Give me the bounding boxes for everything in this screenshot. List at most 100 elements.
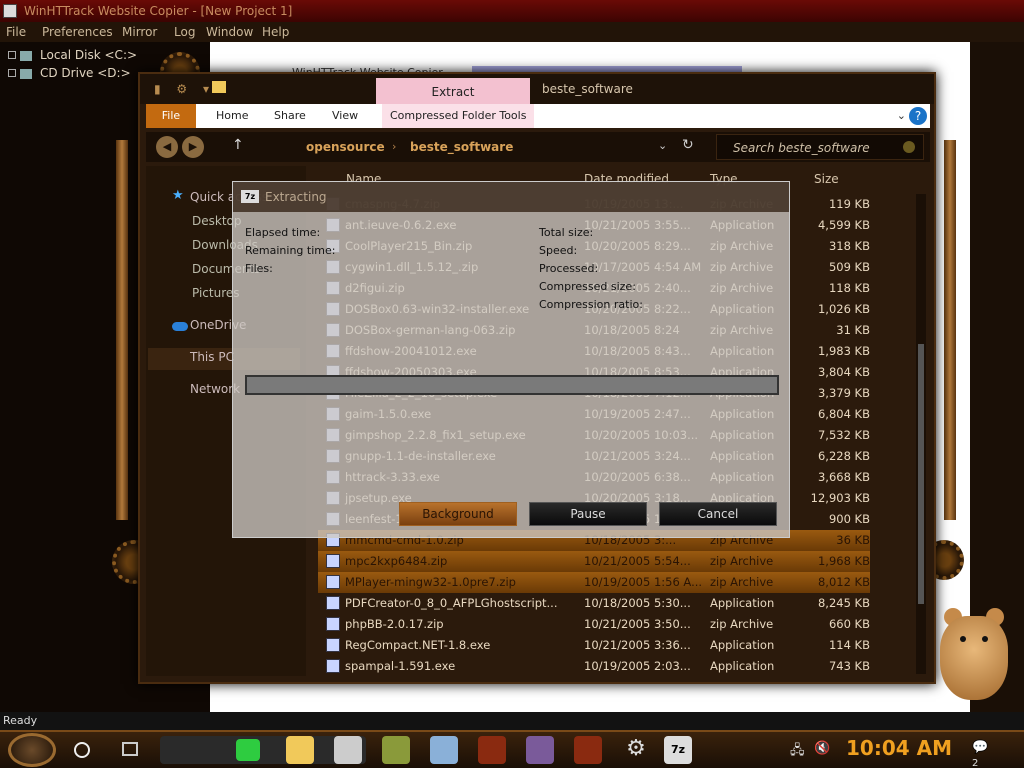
nav-this-pc[interactable]: This PC	[190, 350, 234, 364]
app-icon[interactable]	[478, 736, 506, 764]
processed-label: Processed:	[539, 262, 599, 275]
expand-icon[interactable]	[8, 69, 16, 77]
settings-gear-icon[interactable]: ⚙	[622, 736, 650, 764]
taskbar: ⚙ 7z 🖧 🔇 10:04 AM 💬2	[0, 730, 1024, 768]
back-button[interactable]: ◀	[156, 136, 178, 158]
file-list-scrollbar[interactable]	[916, 194, 926, 674]
menu-preferences[interactable]: Preferences	[42, 25, 113, 39]
volume-muted-icon[interactable]: 🔇	[814, 741, 830, 756]
file-size: 4,599 KB	[817, 218, 870, 232]
file-size: 119 KB	[828, 197, 870, 211]
dialog-titlebar: 7z Extracting	[233, 182, 789, 212]
breadcrumb-separator-icon: ›	[392, 140, 397, 153]
cortana-icon[interactable]	[74, 742, 90, 758]
zip-icon	[326, 617, 340, 631]
system-clock[interactable]: 10:04 AM	[846, 736, 952, 760]
tree-app-icon[interactable]	[382, 736, 410, 764]
star-icon: ★	[172, 188, 184, 203]
network-tray-icon[interactable]: 🖧	[790, 741, 805, 763]
expand-icon[interactable]	[8, 51, 16, 59]
tab-view[interactable]: View	[332, 104, 358, 128]
file-size: 12,903 KB	[810, 491, 870, 505]
menu-help[interactable]: Help	[262, 25, 289, 39]
column-header-size[interactable]: Size	[814, 172, 839, 192]
breadcrumb-beste-software[interactable]: beste_software	[410, 140, 513, 154]
7zip-taskbar-icon[interactable]: 7z	[664, 736, 692, 764]
up-arrow-icon[interactable]: ↑	[232, 137, 244, 153]
tab-compressed-folder-tools[interactable]: Compressed Folder Tools	[382, 104, 535, 128]
tree-item-local-disk[interactable]: Local Disk <C:>	[8, 48, 137, 62]
file-size: 900 KB	[828, 512, 870, 526]
network-tool-icon[interactable]	[334, 736, 362, 764]
speed-label: Speed:	[539, 244, 578, 257]
onedrive-cloud-icon	[172, 322, 188, 331]
file-row[interactable]: PDFCreator-0_8_0_AFPLGhostscript... 10/18…	[318, 593, 870, 614]
zip-icon	[326, 575, 340, 589]
cancel-button[interactable]: Cancel	[659, 502, 777, 526]
file-date: 10/21/2005 3:50...	[584, 617, 691, 631]
tree-item-cd-drive[interactable]: CD Drive <D:>	[8, 66, 131, 80]
refresh-icon[interactable]: ↻	[682, 137, 694, 153]
httrack-menubar: File Preferences Mirror Log Window Help	[0, 22, 1024, 42]
menu-window[interactable]: Window	[206, 25, 253, 39]
tab-home[interactable]: Home	[216, 104, 248, 128]
tab-file[interactable]: File	[146, 104, 196, 128]
app-icon	[326, 638, 340, 652]
file-name: PDFCreator-0_8_0_AFPLGhostscript...	[345, 596, 558, 610]
file-size: 660 KB	[828, 617, 870, 631]
scroll-thumb[interactable]	[918, 344, 924, 604]
menu-file[interactable]: File	[6, 25, 26, 39]
extract-progress-dialog: 7z Extracting Elapsed time: Remaining ti…	[232, 181, 790, 538]
start-button[interactable]	[8, 733, 56, 767]
total-size-label: Total size:	[539, 226, 594, 239]
file-name: phpBB-2.0.17.zip	[345, 617, 444, 631]
ribbon-tabs: File Home Share View Compressed Folder T…	[146, 104, 930, 128]
menu-mirror[interactable]: Mirror	[122, 25, 157, 39]
file-row[interactable]: MPlayer-mingw32-1.0pre7.zip 10/19/2005 1:…	[318, 572, 870, 593]
messaging-app-icon[interactable]	[236, 739, 260, 761]
breadcrumb-opensource[interactable]: opensource	[306, 140, 385, 154]
ribbon-expand-icon[interactable]: ⌄	[897, 109, 906, 122]
task-view-icon[interactable]	[122, 742, 138, 756]
cd-drive-icon	[20, 68, 32, 79]
file-name: RegCompact.NET-1.8.exe	[345, 638, 491, 652]
notification-icon[interactable]: 💬2	[972, 740, 994, 768]
app-icon[interactable]	[526, 736, 554, 764]
file-type: Application	[710, 659, 775, 673]
file-size: 8,245 KB	[817, 596, 870, 610]
hamster-body	[940, 616, 1008, 700]
search-icon[interactable]	[903, 141, 915, 153]
file-row[interactable]: phpBB-2.0.17.zip 10/21/2005 3:50... zip Ar…	[318, 614, 870, 635]
file-name: MPlayer-mingw32-1.0pre7.zip	[345, 575, 516, 589]
tab-share[interactable]: Share	[274, 104, 306, 128]
file-size: 1,968 KB	[817, 554, 870, 568]
status-bar: Ready	[0, 712, 1024, 730]
file-row[interactable]: spampal-1.591.exe 10/19/2005 2:03... Appli…	[318, 656, 870, 677]
file-row[interactable]: mpc2kxp6484.zip 10/21/2005 5:54... zip Arc…	[318, 551, 870, 572]
httrack-window-title: WinHTTrack Website Copier - [New Project…	[24, 4, 293, 18]
file-row[interactable]: RegCompact.NET-1.8.exe 10/21/2005 3:36...…	[318, 635, 870, 656]
file-size: 6,804 KB	[817, 407, 870, 421]
forward-button[interactable]: ▶	[182, 136, 204, 158]
app-icon[interactable]	[574, 736, 602, 764]
help-icon[interactable]: ?	[909, 107, 927, 125]
folder-icon	[212, 81, 226, 93]
quick-access-toolbar[interactable]: ▮ ⚙ ▾	[154, 82, 215, 96]
file-date: 10/21/2005 3:36...	[584, 638, 691, 652]
file-size: 318 KB	[828, 239, 870, 253]
menu-log[interactable]: Log	[174, 25, 195, 39]
file-size: 1,983 KB	[817, 344, 870, 358]
pause-button[interactable]: Pause	[529, 502, 647, 526]
file-size: 7,532 KB	[817, 428, 870, 442]
httrack-titlebar: WinHTTrack Website Copier - [New Project…	[0, 0, 1024, 22]
search-box[interactable]: Search beste_software	[716, 134, 924, 160]
notepad-icon[interactable]	[430, 736, 458, 764]
address-dropdown-icon[interactable]: ⌄	[658, 139, 667, 152]
extract-progress-bar	[245, 375, 779, 395]
app-icon	[326, 659, 340, 673]
file-type: zip Archive	[710, 617, 774, 631]
file-size: 8,012 KB	[817, 575, 870, 589]
file-explorer-icon[interactable]	[286, 736, 314, 764]
background-button[interactable]: Background	[399, 502, 517, 526]
hamster-eye	[960, 636, 966, 642]
